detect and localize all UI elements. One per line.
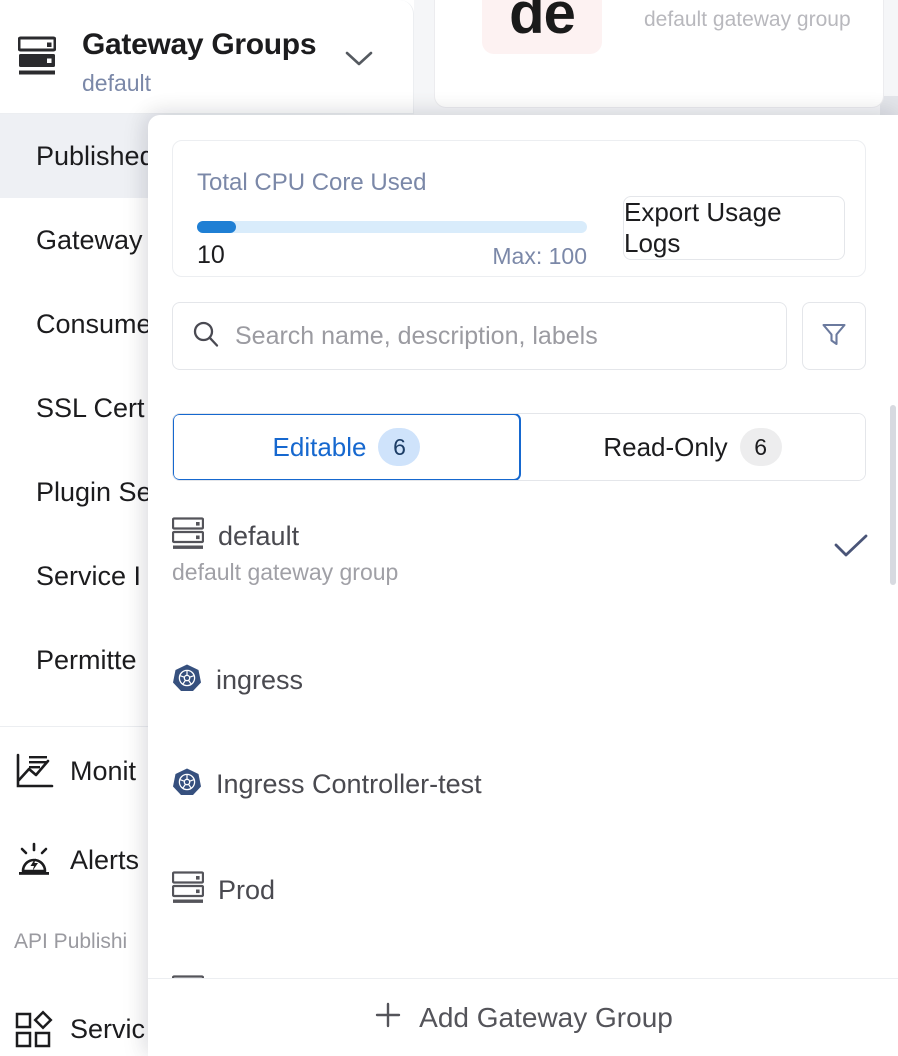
- sidebar-item-label: Published: [36, 140, 155, 171]
- kubernetes-icon: [172, 663, 202, 698]
- list-item-description: default gateway group: [172, 559, 399, 585]
- kubernetes-icon: [172, 767, 202, 802]
- cpu-usage-progressbar-fill: [197, 221, 236, 233]
- sidebar-item-label: Servic: [70, 1014, 146, 1044]
- list-item-name: Ingress Controller-test: [216, 769, 482, 799]
- sidebar-item-label: Alerts: [70, 845, 140, 875]
- server-rack-icon: [171, 517, 205, 556]
- list-item-name: Prod: [218, 875, 276, 905]
- gateway-groups-subtitle: default: [82, 70, 152, 96]
- tab-editable-count: 6: [378, 428, 421, 466]
- gateway-group-dropdown-panel: Total CPU Core Used 10 Max: 100 Export U…: [148, 115, 898, 1056]
- add-gateway-group-label: Add Gateway Group: [419, 1001, 673, 1033]
- gateway-groups-title: Gateway Groups: [82, 28, 317, 61]
- tab-read-only-count: 6: [739, 428, 782, 466]
- filter-funnel-icon: [820, 320, 848, 353]
- cpu-usage-card: Total CPU Core Used 10 Max: 100 Export U…: [172, 140, 866, 277]
- background-card-subtitle: default gateway group: [644, 8, 851, 31]
- list-item[interactable]: Ingress Controller-test: [148, 753, 898, 857]
- check-icon: [834, 533, 868, 564]
- sidebar-item-label: Plugin Se: [36, 476, 152, 507]
- cpu-usage-value: 10: [197, 241, 225, 269]
- group-type-tabs: Editable 6 Read-Only 6: [172, 413, 866, 481]
- filter-button[interactable]: [802, 302, 866, 370]
- panel-scrollbar[interactable]: [890, 405, 896, 585]
- list-item[interactable]: UAT: [148, 961, 898, 978]
- list-item[interactable]: default default gateway group: [148, 503, 898, 649]
- tab-read-only[interactable]: Read-Only 6: [520, 414, 865, 480]
- search-input[interactable]: [235, 321, 775, 351]
- sidebar-item-label: SSL Cert: [36, 392, 145, 423]
- plus-icon: [373, 1000, 403, 1035]
- server-rack-icon: [171, 871, 205, 910]
- sidebar-item-label: Consume: [36, 308, 152, 339]
- sidebar-section-label: API Publishi: [14, 930, 128, 953]
- cpu-usage-max-label: Max: 100: [492, 243, 587, 269]
- list-item-name: default: [218, 521, 300, 551]
- export-usage-logs-button[interactable]: Export Usage Logs: [623, 196, 845, 260]
- cpu-usage-progressbar: [197, 221, 587, 233]
- server-rack-icon: [17, 36, 57, 81]
- sidebar-item-label: Monit: [70, 756, 137, 786]
- sidebar-item-label: Service I: [36, 560, 142, 591]
- services-shapes-icon: [14, 1009, 70, 1050]
- sidebar-item-label: Gateway: [36, 224, 143, 255]
- gateway-groups-selector[interactable]: Gateway Groups default: [0, 0, 414, 114]
- list-item-name: ingress: [216, 665, 304, 695]
- tab-read-only-label: Read-Only: [603, 431, 728, 462]
- list-item[interactable]: Prod: [148, 857, 898, 961]
- search-box[interactable]: [172, 302, 787, 370]
- alert-siren-icon: [14, 841, 70, 881]
- add-gateway-group-button[interactable]: Add Gateway Group: [148, 979, 898, 1056]
- monitoring-chart-icon: [14, 753, 70, 791]
- tab-editable[interactable]: Editable 6: [173, 414, 521, 480]
- screen-root: de default gateway group e Gateway Group…: [0, 0, 898, 1056]
- list-item[interactable]: ingress: [148, 649, 898, 753]
- search-icon: [191, 319, 221, 354]
- sidebar-item-label: Permitte: [36, 644, 137, 675]
- avatar: de: [482, 0, 602, 54]
- tab-editable-label: Editable: [272, 431, 367, 462]
- cpu-usage-title: Total CPU Core Used: [197, 169, 427, 196]
- chevron-down-icon[interactable]: [344, 50, 374, 73]
- gateway-group-list: default default gateway group ingress In…: [148, 503, 898, 978]
